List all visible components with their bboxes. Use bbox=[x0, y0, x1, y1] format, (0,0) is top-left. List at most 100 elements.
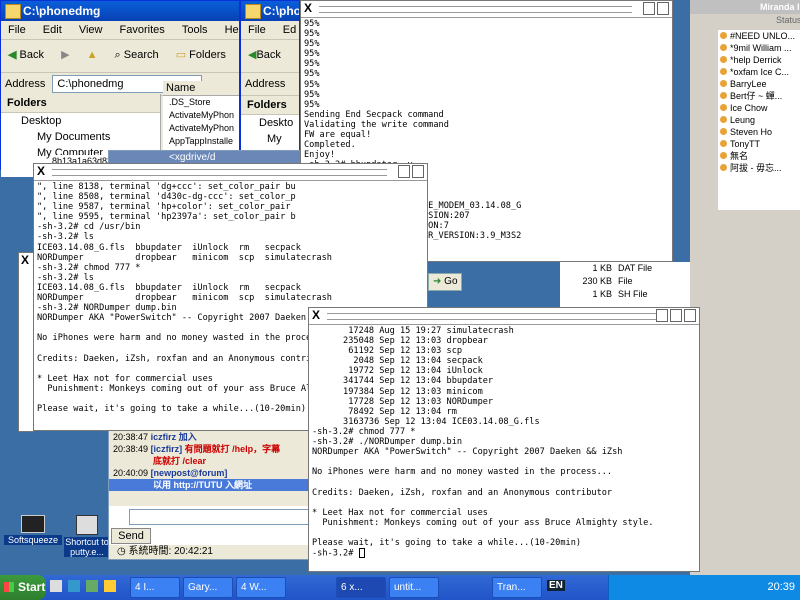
menu-view[interactable]: View bbox=[79, 24, 103, 36]
search-button[interactable]: ⌕ Search bbox=[111, 46, 163, 65]
terminal-line: 78492 Sep 12 13:04 rm bbox=[312, 406, 457, 417]
status-dot-icon bbox=[720, 68, 727, 75]
name-column-header[interactable]: Name bbox=[163, 81, 239, 96]
terminal-line: -sh-3.2# chmod 777 * bbox=[37, 262, 141, 273]
contact-item[interactable]: *9mil William ... bbox=[718, 42, 800, 54]
file-item[interactable]: .DS_Store bbox=[163, 96, 239, 109]
contact-item[interactable]: 無名 bbox=[718, 150, 800, 162]
ql-icon[interactable] bbox=[68, 580, 81, 592]
ql-icon[interactable] bbox=[86, 580, 99, 592]
terminal-line: 95% bbox=[304, 79, 320, 90]
desktop-icon-label: Shortcut to putty.e... bbox=[64, 537, 110, 557]
clock-icon: ◷ bbox=[117, 546, 126, 557]
clock[interactable]: 20:39 bbox=[767, 581, 795, 593]
file-item[interactable]: AppTappInstalle bbox=[163, 135, 239, 148]
tree-item-my-documents[interactable]: My Documents bbox=[1, 129, 160, 145]
miranda-title[interactable]: Miranda IM 9 bbox=[690, 0, 800, 14]
taskbar-item[interactable]: untit... bbox=[389, 577, 439, 598]
contact-item[interactable]: Steven Ho bbox=[718, 126, 800, 138]
contact-item[interactable]: Bert仔 ~ 蟬... bbox=[718, 90, 800, 102]
file-item[interactable]: ActivateMyPhon bbox=[163, 122, 239, 135]
tree-item-desktop[interactable]: Deskto bbox=[241, 115, 299, 131]
desktop-icon-putty[interactable]: Shortcut to putty.e... bbox=[64, 515, 110, 565]
up-folder-icon: ▲ bbox=[86, 49, 98, 61]
desktop-icon-softsqueeze[interactable]: Softsqueeze bbox=[4, 515, 62, 555]
back-button[interactable]: ◀Back bbox=[244, 45, 285, 64]
terminal-line: 95% bbox=[304, 39, 320, 50]
forward-arrow-icon: ▶ bbox=[61, 49, 70, 61]
ql-icon[interactable] bbox=[50, 580, 62, 592]
forward-button[interactable]: ▶ bbox=[57, 45, 73, 64]
menu-favorites[interactable]: Favorites bbox=[120, 24, 165, 36]
file-row[interactable]: 1 KB DAT File bbox=[560, 262, 700, 275]
back-button[interactable]: ◀ Back bbox=[4, 45, 48, 64]
maximize-button[interactable] bbox=[412, 165, 424, 178]
menu-help[interactable]: Help bbox=[225, 24, 239, 36]
contact-item[interactable]: #NEED UNLO... bbox=[718, 30, 800, 42]
taskbar-item[interactable]: Gary... bbox=[183, 577, 233, 598]
explorer-title-bar[interactable]: C:\phonedmg bbox=[1, 1, 239, 21]
minimize-button[interactable] bbox=[643, 2, 655, 15]
terminal-cursor bbox=[358, 548, 365, 559]
language-indicator[interactable]: EN bbox=[547, 580, 565, 591]
maximize-button[interactable] bbox=[657, 2, 669, 15]
taskbar-item[interactable]: 4 W... bbox=[236, 577, 286, 598]
taskbar-item[interactable]: 6 x... bbox=[336, 577, 386, 598]
terminal-line: ICE03.14.08_G.fls bbupdater iUnlock rm s… bbox=[37, 282, 301, 293]
contact-item[interactable]: 阿拔 - 毋忘... bbox=[718, 162, 800, 174]
tree-item-desktop[interactable]: Desktop bbox=[1, 113, 160, 129]
x-logo-icon: X bbox=[37, 164, 46, 178]
xterm-title-bar[interactable]: X bbox=[301, 1, 672, 18]
contact-item[interactable]: *help Derrick bbox=[718, 54, 800, 66]
menu-file[interactable]: File bbox=[248, 24, 266, 36]
folders-button[interactable]: ▭ Folders bbox=[172, 45, 230, 64]
close-button[interactable] bbox=[684, 309, 696, 322]
minimize-button[interactable] bbox=[398, 165, 410, 178]
chat-message-cont: 底就打 /clear bbox=[153, 456, 207, 466]
contact-item[interactable]: BarryLee bbox=[718, 78, 800, 90]
menu-bar: File Edit View Favorites Tools Help bbox=[1, 21, 239, 40]
address-label: Address bbox=[245, 78, 286, 90]
chat-send-button[interactable]: Send bbox=[111, 528, 151, 544]
menu-tools[interactable]: Tools bbox=[182, 24, 208, 36]
file-row[interactable]: 230 KB File bbox=[560, 275, 700, 288]
x-logo-icon: X bbox=[21, 253, 30, 267]
file-item[interactable]: ActivateMyPhon bbox=[163, 109, 239, 122]
explorer2-title-bar[interactable]: C:\phon bbox=[241, 1, 299, 21]
contact-item[interactable]: Ice Chow bbox=[718, 102, 800, 114]
contact-item[interactable]: TonyTT bbox=[718, 138, 800, 150]
start-button[interactable]: Start bbox=[0, 575, 46, 600]
terminal-line: 235048 Sep 12 13:03 dropbear bbox=[312, 336, 488, 347]
miranda-status-label[interactable]: Status bbox=[690, 14, 800, 26]
go-button[interactable]: ➜ Go bbox=[428, 273, 462, 291]
ql-icon[interactable] bbox=[104, 580, 117, 592]
folders-icon: ▭ bbox=[175, 49, 187, 61]
xterm-title-bar[interactable]: X bbox=[34, 164, 427, 181]
contact-item[interactable]: Leung bbox=[718, 114, 800, 126]
tree-item[interactable]: My bbox=[241, 131, 299, 147]
terminal-line: 95% bbox=[304, 89, 320, 100]
terminal-line: Validating the write command bbox=[304, 119, 449, 130]
file-row[interactable]: 1 KB SH File bbox=[560, 288, 700, 301]
taskbar-item[interactable]: Tran... bbox=[492, 577, 542, 598]
menu-edit[interactable]: Edit bbox=[43, 24, 62, 36]
up-folder-button[interactable]: ▲ bbox=[83, 46, 102, 64]
menu-edit[interactable]: Ed bbox=[283, 24, 296, 36]
terminal-line: 17728 Sep 12 13:03 NORDumper bbox=[312, 396, 494, 407]
terminal-line: 3163736 Sep 12 13:04 ICE03.14.08_G.fls bbox=[312, 416, 540, 427]
contact-item[interactable]: *oxfam Ice C... bbox=[718, 66, 800, 78]
status-dot-icon bbox=[720, 44, 727, 51]
terminal-output[interactable]: 17248 Aug 15 19:27 simulatecrash 235048 … bbox=[309, 325, 699, 560]
terminal-line: Please wait, it's going to take a while.… bbox=[312, 537, 582, 548]
menu-file[interactable]: File bbox=[8, 24, 26, 36]
taskbar-item[interactable]: 4 I... bbox=[130, 577, 180, 598]
minimize-button[interactable] bbox=[656, 309, 668, 322]
status-dot-icon bbox=[720, 32, 727, 39]
system-tray: EN 20:39 bbox=[547, 575, 800, 600]
xterm-title-bar[interactable]: X bbox=[309, 308, 699, 325]
maximize-button[interactable] bbox=[670, 309, 682, 322]
chat-input[interactable] bbox=[129, 509, 319, 525]
terminal-line: 2048 Sep 12 13:04 secpack bbox=[312, 356, 483, 367]
